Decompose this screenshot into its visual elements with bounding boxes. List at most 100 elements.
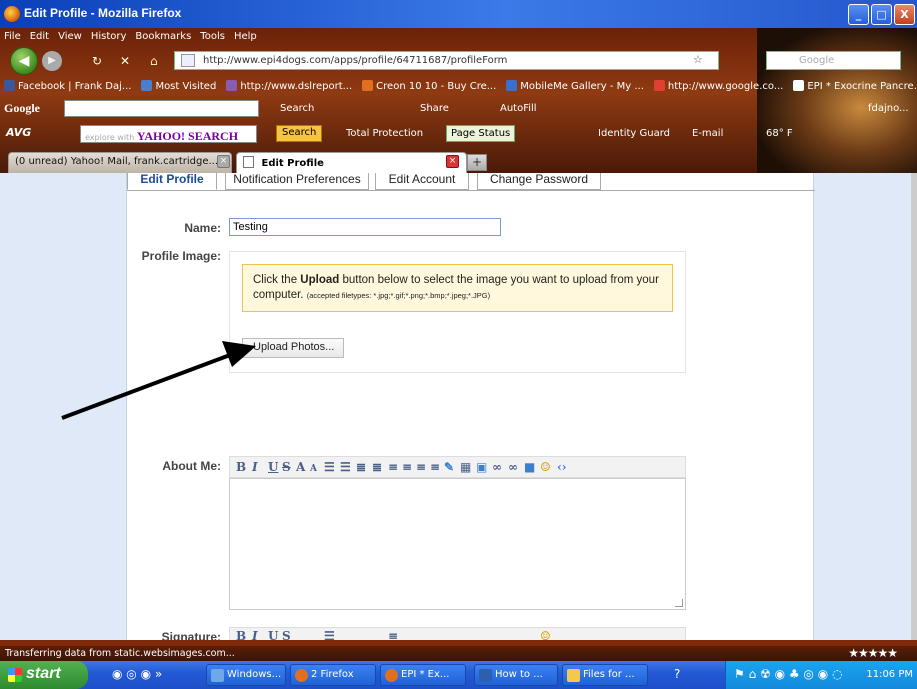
font-size-up-icon[interactable]: A: [296, 460, 305, 474]
folder-icon: [141, 80, 153, 91]
italic-icon[interactable]: I: [252, 629, 258, 640]
align-right-icon[interactable]: ≡: [416, 460, 426, 474]
name-label: Name:: [184, 221, 221, 235]
upload-photos-button[interactable]: Upload Photos...: [242, 338, 344, 358]
name-field[interactable]: Testing: [229, 218, 501, 236]
menu-tools[interactable]: Tools: [200, 31, 225, 45]
back-button[interactable]: ◀: [10, 47, 38, 75]
rating-stars-icon[interactable]: ★★★★★: [848, 646, 898, 660]
page-status-button[interactable]: Page Status: [446, 125, 516, 142]
link-icon[interactable]: ∞: [492, 460, 502, 474]
home-icon[interactable]: ⌂: [150, 54, 158, 68]
share-button[interactable]: Share: [420, 103, 449, 114]
resize-handle-icon[interactable]: [675, 599, 683, 607]
indent-icon[interactable]: ≣: [372, 460, 382, 474]
bookmark-star-icon[interactable]: ☆: [693, 53, 703, 66]
minimize-button[interactable]: _: [848, 4, 869, 25]
taskbar-item-how-to[interactable]: How to ...: [474, 664, 558, 686]
bookmark-item[interactable]: Creon 10 10 - Buy Cre...: [362, 80, 496, 92]
taskbar-item-files[interactable]: Files for ...: [562, 664, 648, 686]
bookmark-item[interactable]: http://www.dslreport...: [226, 80, 352, 92]
smiley-icon[interactable]: ☺: [540, 460, 551, 474]
weather-button[interactable]: 68° F: [766, 128, 793, 139]
google-toolbar-input[interactable]: [64, 100, 259, 117]
bookmark-item[interactable]: MobileMe Gallery - My ...: [506, 80, 644, 92]
firefox-icon: [385, 669, 398, 682]
strikethrough-icon[interactable]: S: [282, 460, 291, 474]
image-icon[interactable]: ▣: [476, 460, 487, 474]
profile-image-box: Click the Upload button below to select …: [229, 251, 686, 373]
menu-history[interactable]: History: [91, 31, 127, 45]
identity-guard-button[interactable]: Identity Guard: [598, 128, 670, 139]
bookmark-item[interactable]: http://www.google.co...: [653, 80, 783, 92]
tab-edit-account[interactable]: Edit Account: [375, 173, 469, 190]
reload-icon[interactable]: ↻: [92, 54, 102, 68]
forward-button[interactable]: ▶: [42, 51, 62, 71]
signature-toolbar: B I U S ☰ ≡ ☺: [229, 627, 686, 640]
media-icon[interactable]: ■: [524, 460, 535, 474]
total-protection-button[interactable]: Total Protection: [346, 128, 423, 139]
taskbar-item-firefox[interactable]: 2 Firefox: [290, 664, 376, 686]
google-user[interactable]: fdajno...: [868, 103, 909, 114]
menu-edit[interactable]: Edit: [30, 31, 49, 45]
align-left-icon[interactable]: ≡: [388, 460, 398, 474]
tab-edit-profile-page[interactable]: Edit Profile: [127, 173, 217, 190]
taskbar-item-windows[interactable]: Windows...: [206, 664, 286, 686]
underline-icon[interactable]: U: [268, 460, 278, 474]
close-tab-icon[interactable]: ×: [217, 155, 230, 168]
tab-change-password[interactable]: Change Password: [477, 173, 601, 190]
bullet-list-icon[interactable]: ☰: [324, 629, 335, 640]
close-button[interactable]: X: [894, 4, 915, 25]
numbered-list-icon[interactable]: ☰: [340, 460, 351, 474]
tab-notification-preferences[interactable]: Notification Preferences: [225, 173, 369, 190]
page-icon: [793, 80, 805, 91]
align-center-icon[interactable]: ≡: [402, 460, 412, 474]
clear-format-icon[interactable]: ✎: [444, 460, 454, 474]
bullet-list-icon[interactable]: ☰: [324, 460, 335, 474]
yahoo-search-button[interactable]: Search: [276, 125, 323, 142]
menu-view[interactable]: View: [58, 31, 82, 45]
start-button[interactable]: start: [0, 661, 88, 689]
bookmark-item[interactable]: Facebook | Frank Daj...: [4, 80, 131, 92]
tab-edit-profile[interactable]: Edit Profile: [236, 152, 467, 173]
folder-icon: [567, 669, 580, 682]
smiley-icon[interactable]: ☺: [540, 629, 551, 640]
yahoo-search-input[interactable]: explore with YAHOO! SEARCH: [80, 125, 257, 143]
close-tab-icon[interactable]: ×: [446, 155, 459, 168]
new-tab-button[interactable]: +: [467, 154, 487, 171]
about-me-editor[interactable]: [229, 478, 686, 610]
underline-icon[interactable]: U: [268, 629, 278, 640]
help-icon[interactable]: ?: [674, 667, 680, 681]
autofill-button[interactable]: AutoFill: [500, 103, 537, 114]
justify-icon[interactable]: ≡: [430, 460, 440, 474]
taskbar-item-epi[interactable]: EPI * Ex...: [380, 664, 466, 686]
tray-icons[interactable]: ⚑ ⌂ ☢ ◉ ♣ ◎ ◉ ◌: [734, 667, 842, 681]
search-box[interactable]: Google: [766, 51, 901, 70]
bold-icon[interactable]: B: [236, 460, 246, 474]
menu-bookmarks[interactable]: Bookmarks: [135, 31, 191, 45]
menu-help[interactable]: Help: [234, 31, 257, 45]
maximize-button[interactable]: □: [871, 4, 892, 25]
google-search-button[interactable]: Search: [280, 103, 314, 114]
vertical-scrollbar[interactable]: [911, 173, 917, 640]
email-button[interactable]: E-mail: [692, 128, 723, 139]
menu-bar: File Edit View History Bookmarks Tools H…: [0, 31, 257, 45]
quick-launch[interactable]: ◉ ◎ ◉ »: [112, 667, 162, 681]
page-icon: [506, 80, 518, 91]
avg-logo: AVG: [6, 126, 32, 139]
align-left-icon[interactable]: ≡: [388, 629, 398, 640]
bookmark-item[interactable]: EPI * Exocrine Pancre...: [793, 80, 917, 92]
source-code-icon[interactable]: ‹›: [557, 460, 567, 474]
url-bar[interactable]: http://www.epi4dogs.com/apps/profile/647…: [174, 51, 719, 70]
menu-file[interactable]: File: [4, 31, 21, 45]
bookmark-item[interactable]: Most Visited: [141, 80, 216, 92]
bold-icon[interactable]: B: [236, 629, 246, 640]
unlink-icon[interactable]: ∞: [508, 460, 518, 474]
font-size-down-icon[interactable]: A: [310, 464, 317, 474]
stop-icon[interactable]: ✕: [120, 54, 130, 68]
tab-yahoo-mail[interactable]: (0 unread) Yahoo! Mail, frank.cartridge.…: [8, 152, 232, 173]
strikethrough-icon[interactable]: S: [282, 629, 291, 640]
table-icon[interactable]: ▦: [460, 460, 471, 474]
outdent-icon[interactable]: ≣: [356, 460, 366, 474]
italic-icon[interactable]: I: [252, 460, 258, 474]
